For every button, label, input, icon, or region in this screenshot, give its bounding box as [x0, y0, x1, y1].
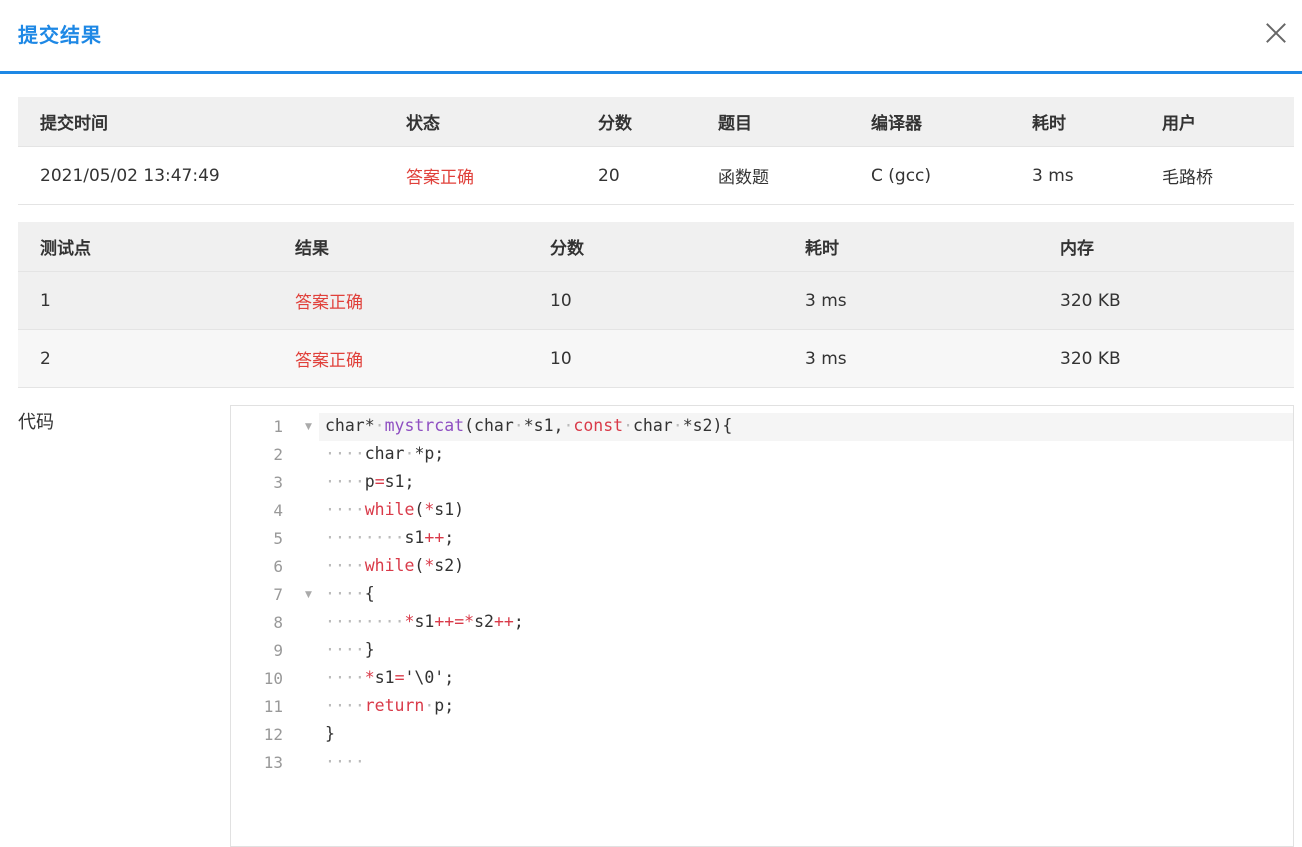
- summary-header-row: 提交时间 状态 分数 题目 编译器 耗时 用户: [18, 97, 1294, 147]
- line-number: 12: [263, 725, 283, 744]
- table-row: 1 答案正确 10 3 ms 320 KB: [18, 271, 1294, 330]
- user-value: 毛路桥: [1140, 146, 1294, 205]
- line-number: 10: [263, 669, 283, 688]
- problem-value: 函数题: [696, 146, 849, 205]
- submission-summary-table: 提交时间 状态 分数 题目 编译器 耗时 用户 2021/05/02 13:47…: [18, 97, 1294, 205]
- code-line: ····*s1='\0';: [325, 668, 455, 687]
- line-number: 5: [273, 529, 283, 548]
- submit-time: 2021/05/02 13:47:49: [18, 146, 384, 205]
- line-number: 3: [273, 473, 283, 492]
- header-score: 分数: [576, 97, 696, 147]
- code-line: ········*s1++=*s2++;: [325, 612, 524, 631]
- code-line: }: [325, 724, 335, 743]
- header-time: 耗时: [1010, 97, 1140, 147]
- compiler-value: C (gcc): [849, 146, 1010, 205]
- testcase-time: 3 ms: [783, 329, 1038, 388]
- time-value: 3 ms: [1010, 146, 1140, 205]
- score-value: 20: [576, 146, 696, 205]
- test-cases-table: 测试点 结果 分数 耗时 内存 1 答案正确 10 3 ms 320 KB 2 …: [18, 222, 1294, 388]
- testcase-memory: 320 KB: [1038, 329, 1294, 388]
- header-submit-time: 提交时间: [18, 97, 384, 147]
- header-result: 结果: [273, 222, 528, 272]
- status-value: 答案正确: [384, 146, 576, 205]
- code-line: ····while(*s2): [325, 556, 465, 575]
- code-line: ····char·*p;: [325, 444, 445, 463]
- code-editor[interactable]: 1 ▼ char*·mystrcat(char·*s1,·const·char·*s…: [230, 405, 1294, 847]
- code-line: char*·mystrcat(char·*s1,·const·char·*s2)…: [325, 416, 733, 435]
- line-number: 4: [273, 501, 283, 520]
- dialog-title: 提交结果: [18, 23, 102, 47]
- code-line: ····while(*s1): [325, 500, 465, 519]
- line-number: 1: [273, 417, 283, 436]
- header-memory: 内存: [1038, 222, 1294, 272]
- line-number: 8: [273, 613, 283, 632]
- testcase-id: 1: [18, 271, 273, 330]
- header-problem: 题目: [696, 97, 849, 147]
- code-line: ········s1++;: [325, 528, 455, 547]
- line-number: 9: [273, 641, 283, 660]
- code-line: ····: [325, 752, 365, 771]
- table-row: 2 答案正确 10 3 ms 320 KB: [18, 329, 1294, 388]
- testcase-score: 10: [528, 271, 783, 330]
- code-label: 代码: [18, 412, 54, 433]
- line-number: 13: [263, 753, 283, 772]
- header-testcase: 测试点: [18, 222, 273, 272]
- header-case-time: 耗时: [783, 222, 1038, 272]
- dialog-header: 提交结果: [0, 0, 1302, 74]
- line-number: 6: [273, 557, 283, 576]
- testcase-score: 10: [528, 329, 783, 388]
- header-compiler: 编译器: [849, 97, 1010, 147]
- line-number: 11: [263, 697, 283, 716]
- testcase-result: 答案正确: [273, 329, 528, 388]
- fold-arrow-icon[interactable]: ▼: [305, 422, 312, 432]
- testcase-time: 3 ms: [783, 271, 1038, 330]
- fold-arrow-icon[interactable]: ▼: [305, 590, 312, 600]
- testcase-memory: 320 KB: [1038, 271, 1294, 330]
- code-line: ····return·p;: [325, 696, 455, 715]
- line-number: 7: [273, 585, 283, 604]
- line-number: 2: [273, 445, 283, 464]
- testcase-id: 2: [18, 329, 273, 388]
- code-line: ····{: [325, 584, 375, 603]
- code-line: ····}: [325, 640, 375, 659]
- header-case-score: 分数: [528, 222, 783, 272]
- summary-row: 2021/05/02 13:47:49 答案正确 20 函数题 C (gcc) …: [18, 146, 1294, 205]
- testcase-result: 答案正确: [273, 271, 528, 330]
- header-status: 状态: [384, 97, 576, 147]
- close-icon[interactable]: [1262, 19, 1290, 47]
- header-user: 用户: [1140, 97, 1294, 147]
- code-line: ····p=s1;: [325, 472, 415, 491]
- cases-header-row: 测试点 结果 分数 耗时 内存: [18, 222, 1294, 272]
